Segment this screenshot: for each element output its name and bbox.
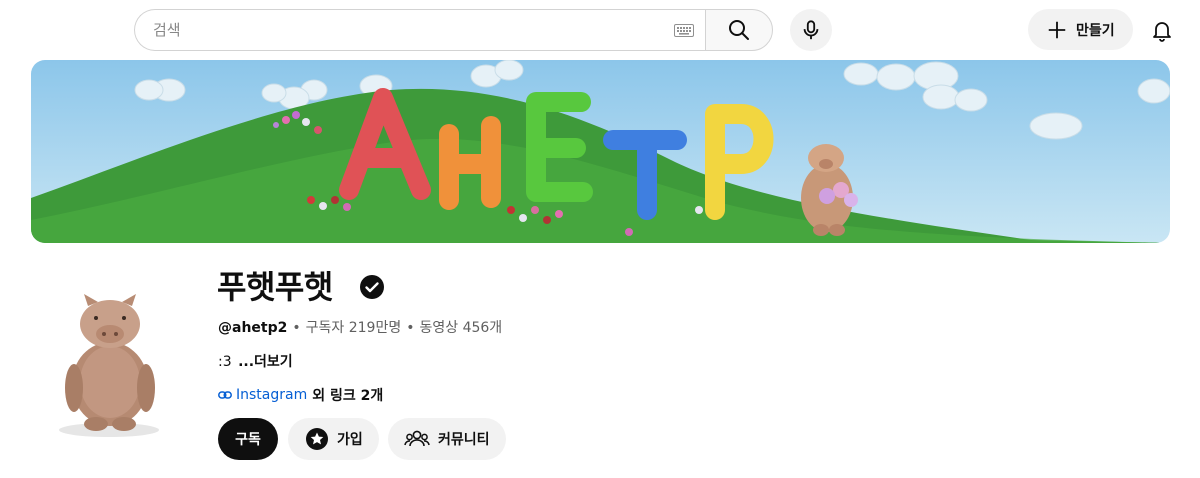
search-box[interactable] [134,9,706,51]
meta-separator: • [292,320,301,336]
link-icon [218,391,232,399]
verified-check-icon [360,275,384,299]
more-links[interactable]: 외 링크 2개 [312,385,383,405]
bell-icon [1153,22,1171,42]
subscribe-label: 구독 [235,432,261,448]
more-link[interactable]: ...더보기 [238,354,293,370]
notifications-button[interactable] [1142,10,1182,50]
voice-search-button[interactable] [790,9,832,51]
subscriber-count: 구독자 219만명 [305,320,402,336]
plus-icon [1048,21,1066,38]
meta-separator: • [406,320,415,336]
description-text: :3 [218,354,232,370]
channel-description[interactable]: :3 ...더보기 [218,351,293,371]
channel-name: 푸햇푸햇 [217,268,333,306]
keyboard-icon[interactable] [674,24,694,37]
community-label: 커뮤니티 [438,432,490,448]
search-input[interactable] [153,10,653,50]
people-icon [404,430,430,447]
subscribe-button[interactable]: 구독 [218,418,278,460]
mic-icon [803,20,819,40]
instagram-link[interactable]: Instagram [236,387,307,403]
star-badge-icon [306,428,328,450]
community-button[interactable]: 커뮤니티 [388,418,506,460]
create-button-label: 만들기 [1076,22,1115,39]
banner-artwork [31,60,1170,243]
channel-handle: @ahetp2 [218,320,288,336]
create-button[interactable]: 만들기 [1028,9,1133,50]
search-icon [729,20,749,40]
channel-meta: @ahetp2 • 구독자 219만명 • 동영상 456개 [218,317,502,337]
channel-avatar[interactable] [44,270,174,440]
join-label: 가입 [337,432,363,448]
top-bar: 만들기 [0,0,1200,60]
video-count: 동영상 456개 [419,320,503,336]
join-button[interactable]: 가입 [288,418,379,460]
channel-banner [31,60,1170,243]
channel-links: Instagram 외 링크 2개 [218,385,383,405]
search-button[interactable] [705,9,773,51]
